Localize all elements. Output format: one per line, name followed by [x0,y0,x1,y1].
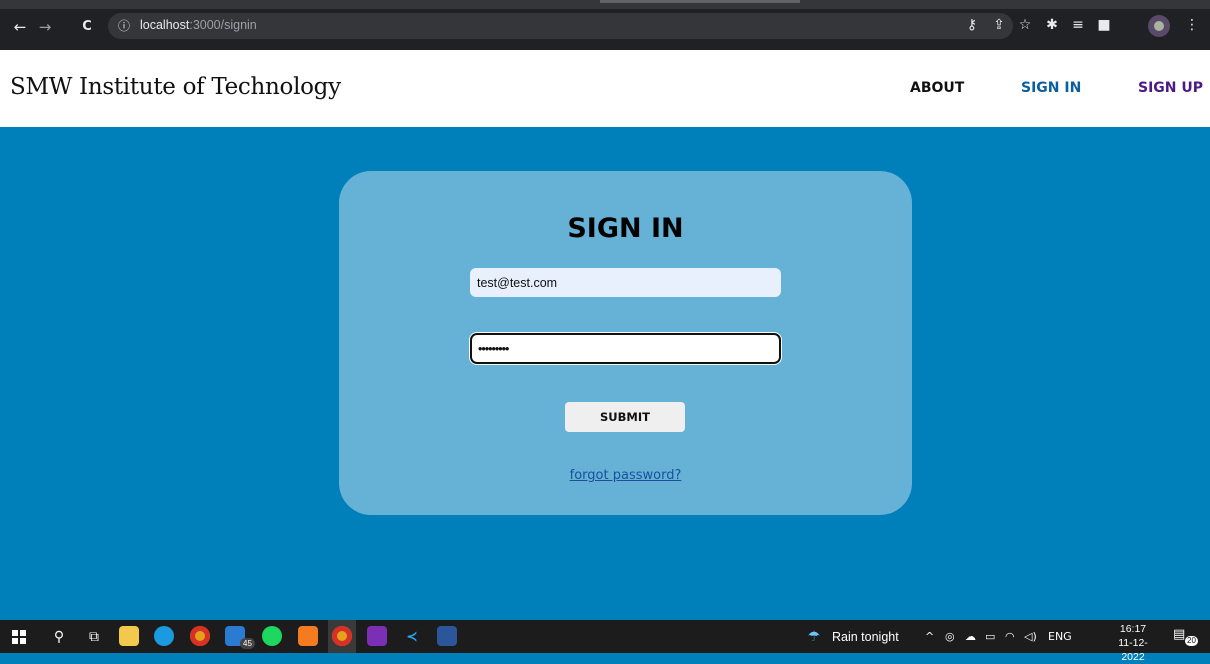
nav-about-link[interactable]: ABOUT [910,80,964,96]
site-info-icon[interactable]: ⓘ [118,17,132,33]
url-path: :3000/signin [189,18,257,32]
clock-date: 11-12-2022 [1118,637,1148,663]
address-bar[interactable]: ⓘ localhost:3000/signin [108,13,1013,39]
search-icon[interactable]: ⚲ [49,627,69,647]
chrome-active-icon[interactable] [332,626,352,646]
edge-icon[interactable] [154,626,174,646]
nav-signin-link[interactable]: SIGN IN [1021,80,1081,96]
chrome-app-icon[interactable] [190,626,210,646]
star-icon[interactable]: ☆ [1015,15,1035,35]
volume-icon[interactable]: ◁) [1024,630,1037,643]
nav-signup-link[interactable]: SIGN UP [1138,80,1203,96]
tab-strip [0,0,1210,9]
xampp-icon[interactable] [298,626,318,646]
password-field[interactable] [470,333,781,364]
clock-time: 16:17 [1119,623,1147,635]
back-icon[interactable]: ← [9,17,31,37]
forward-icon[interactable]: → [34,17,56,37]
submit-button[interactable]: SUBMIT [565,402,685,432]
start-icon[interactable] [12,630,26,644]
system-clock[interactable]: 16:17 11-12-2022 [1108,622,1158,664]
side-panel-icon[interactable]: ■ [1094,15,1114,35]
share-icon[interactable]: ⇪ [989,15,1009,35]
show-hidden-icons-icon[interactable]: ^ [925,630,934,643]
address-url[interactable]: localhost:3000/signin [140,18,257,32]
onedrive-icon[interactable]: ☁ [965,630,976,643]
email-field[interactable] [470,268,781,297]
brand-title[interactable]: SMW Institute of Technology [10,74,341,100]
meet-now-icon[interactable]: ◎ [945,630,955,643]
language-indicator[interactable]: ENG [1048,630,1072,643]
task-view-icon[interactable]: ⧉ [84,627,104,647]
battery-icon[interactable]: ▭ [985,630,995,643]
word-icon[interactable] [437,626,457,646]
menu-icon[interactable]: ⋮ [1182,15,1202,35]
onenote-icon[interactable] [367,626,387,646]
spotify-icon[interactable] [262,626,282,646]
extensions-icon[interactable]: ✱ [1042,15,1062,35]
signin-card: SIGN IN SUBMIT forgot password? [339,171,912,515]
mail-badge: 45 [240,638,255,649]
profile-icon[interactable] [1148,15,1170,37]
weather-text[interactable]: Rain tonight [832,630,899,644]
windows-taskbar: ⚲ ⧉ 45 ≺ ☂ Rain tonight ^ ◎ ☁ ▭ ◠ ◁) ENG… [0,620,1210,663]
reload-icon[interactable]: C [76,17,98,37]
vscode-icon[interactable]: ≺ [402,627,422,647]
notifications-count: 20 [1185,636,1198,646]
site-header: SMW Institute of Technology ABOUT SIGN I… [0,50,1210,127]
wifi-icon[interactable]: ◠ [1005,630,1015,643]
file-explorer-icon[interactable] [119,626,139,646]
signin-title: SIGN IN [567,213,684,244]
reading-list-icon[interactable]: ≡ [1068,15,1088,35]
forgot-password-link[interactable]: forgot password? [339,468,912,483]
url-host: localhost [140,18,190,32]
weather-icon[interactable]: ☂ [804,627,824,647]
key-icon[interactable]: ⚷ [962,15,982,35]
browser-toolbar: ← → C ⓘ localhost:3000/signin ⚷ ⇪ ☆ ✱ ≡ … [0,0,1210,50]
